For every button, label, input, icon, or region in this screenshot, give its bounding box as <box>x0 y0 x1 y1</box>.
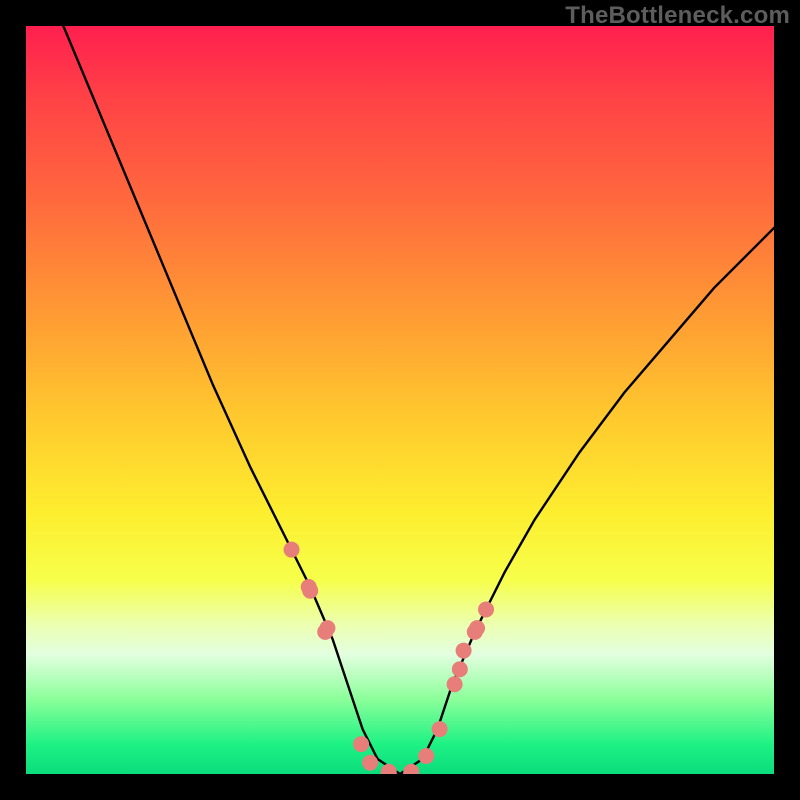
marker-dot <box>447 676 463 692</box>
watermark-text: TheBottleneck.com <box>565 2 790 30</box>
plot-area <box>26 26 774 774</box>
marker-dot <box>432 721 448 737</box>
curve-markers <box>284 542 494 774</box>
marker-dot <box>418 748 434 764</box>
marker-dot <box>452 661 468 677</box>
marker-dot <box>353 736 369 752</box>
marker-dot <box>478 601 494 617</box>
marker-dot <box>302 583 318 599</box>
marker-dot <box>362 755 378 771</box>
marker-dot <box>403 764 419 774</box>
marker-dot <box>456 643 472 659</box>
marker-dot <box>284 542 300 558</box>
bottleneck-curve <box>63 26 774 774</box>
chart-stage: TheBottleneck.com <box>0 0 800 800</box>
marker-dot <box>469 620 485 636</box>
chart-svg <box>26 26 774 774</box>
marker-dot <box>381 764 397 774</box>
marker-dot <box>319 620 335 636</box>
